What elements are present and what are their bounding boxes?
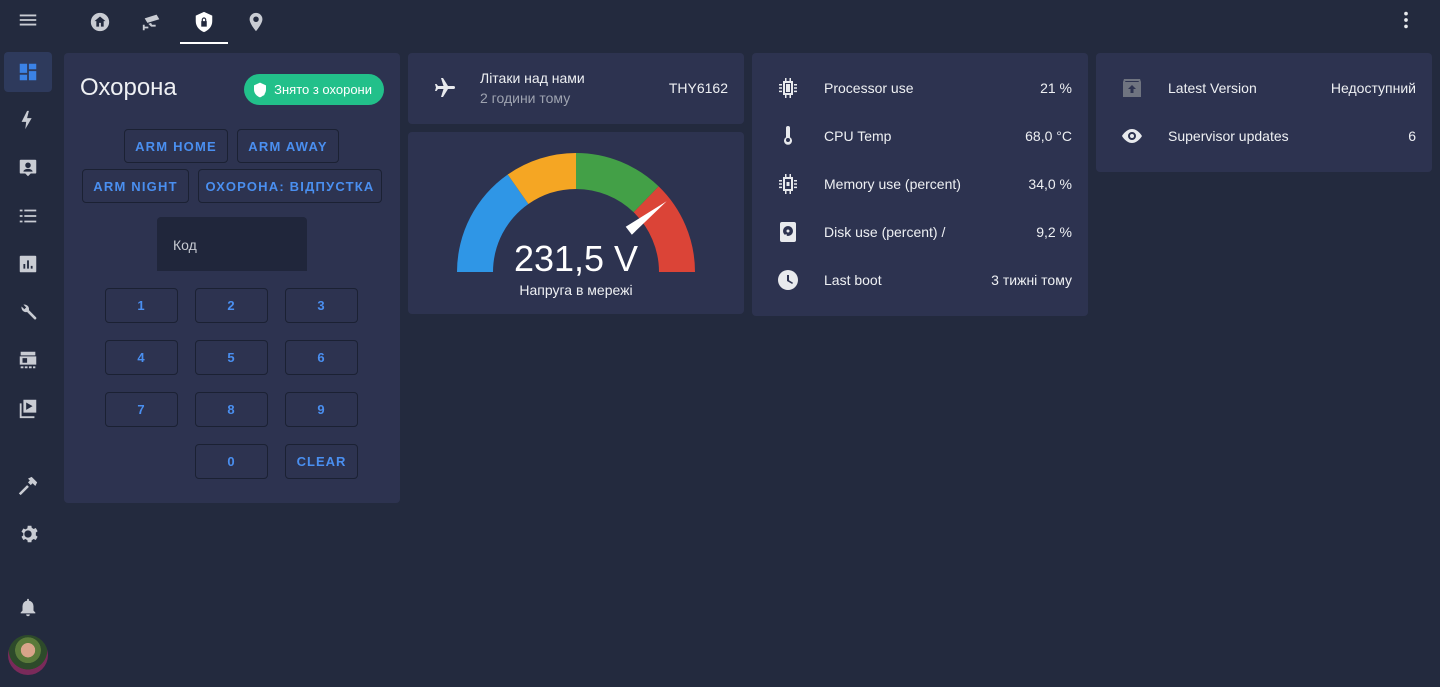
sidebar-item-media[interactable] <box>4 388 52 428</box>
keypad-key-2[interactable]: 2 <box>195 288 268 323</box>
arm-night-button[interactable]: ARM NIGHT <box>82 169 189 203</box>
cctv-icon <box>142 14 160 31</box>
alarm-panel-card: Охорона Знято з охорони ARM HOME ARM AWA… <box>64 53 400 503</box>
sidebar <box>0 0 56 687</box>
tab-home[interactable] <box>76 0 124 44</box>
sidebar-item-notifications[interactable] <box>4 587 52 627</box>
alarm-state-badge[interactable]: Знято з охорони <box>244 74 384 105</box>
voltage-gauge-card[interactable]: 231,5 V Напруга в мережі <box>408 132 744 314</box>
thermometer-icon <box>776 124 800 148</box>
keypad-clear-button[interactable]: CLEAR <box>285 444 358 479</box>
supervisor-row-name[interactable]: Supervisor updates <box>1168 128 1289 144</box>
sidebar-item-statistics[interactable] <box>4 244 52 284</box>
sidebar-item-hacs[interactable] <box>4 340 52 380</box>
keypad-key-9[interactable]: 9 <box>285 392 358 427</box>
supervisor-card: Latest Version Недоступний Supervisor up… <box>1096 53 1432 172</box>
arm-vacation-button[interactable]: ОХОРОНА: ВІДПУСТКА <box>198 169 382 203</box>
map-marker-icon <box>249 12 263 32</box>
gauge-label: Напруга в мережі <box>519 282 633 298</box>
sidebar-item-history[interactable] <box>4 196 52 236</box>
keypad-key-1[interactable]: 1 <box>105 288 178 323</box>
chart-icon <box>19 255 37 273</box>
arm-home-button[interactable]: ARM HOME <box>124 129 228 163</box>
code-input[interactable]: Код <box>157 217 307 272</box>
alarm-state-label: Знято з охорони <box>274 82 372 97</box>
chip-icon <box>776 76 800 100</box>
system-row-name[interactable]: Disk use (percent) / <box>824 224 945 240</box>
alarm-title: Охорона <box>80 74 177 101</box>
arm-away-button[interactable]: ARM AWAY <box>237 129 339 163</box>
flights-name: Літаки над нами <box>480 70 585 86</box>
keypad-key-8[interactable]: 8 <box>195 392 268 427</box>
settings-icon <box>21 525 38 543</box>
supervisor-row-value: Недоступний <box>1330 80 1416 96</box>
shield-lock-icon <box>195 11 213 33</box>
system-monitor-card: Processor use 21 % CPU Temp 68,0 °C Memo… <box>752 53 1088 316</box>
supervisor-row-value: 6 <box>1408 128 1416 144</box>
system-row-name[interactable]: Last boot <box>824 272 882 288</box>
system-row-value: 3 тижні тому <box>991 272 1072 288</box>
sidebar-item-overview[interactable] <box>4 52 52 92</box>
system-row-value: 9,2 % <box>1036 224 1072 240</box>
sidebar-item-logbook[interactable] <box>4 148 52 188</box>
sidebar-item-developer[interactable] <box>4 292 52 332</box>
package-up-icon <box>1120 76 1144 100</box>
bell-icon <box>20 598 36 617</box>
keypad-key-4[interactable]: 4 <box>105 340 178 375</box>
energy-icon <box>21 110 32 130</box>
system-row-name[interactable]: Processor use <box>824 80 913 96</box>
flights-value: THY6162 <box>668 80 728 96</box>
gauge-value: 231,5 V <box>513 238 639 279</box>
keypad-key-5[interactable]: 5 <box>195 340 268 375</box>
sidebar-item-settings[interactable] <box>4 514 52 554</box>
wrench-icon <box>21 304 37 320</box>
clock-icon <box>776 268 800 292</box>
shield-off-icon <box>254 82 267 97</box>
harddisk-icon <box>776 220 800 244</box>
sidebar-item-energy[interactable] <box>4 100 52 140</box>
tab-cctv[interactable] <box>128 0 176 44</box>
system-row-value: 34,0 % <box>1028 176 1072 192</box>
code-input-label: Код <box>173 237 197 253</box>
eye-icon <box>1120 124 1144 148</box>
keypad-key-6[interactable]: 6 <box>285 340 358 375</box>
avatar[interactable] <box>8 635 48 675</box>
keypad-key-3[interactable]: 3 <box>285 288 358 323</box>
system-row-name[interactable]: CPU Temp <box>824 128 891 144</box>
dashboard-icon <box>19 63 37 81</box>
logbook-icon <box>19 159 37 177</box>
menu-icon[interactable] <box>4 0 52 40</box>
keypad-key-0[interactable]: 0 <box>195 444 268 479</box>
hammer-icon <box>18 476 38 496</box>
supervisor-row-name[interactable]: Latest Version <box>1168 80 1257 96</box>
system-row-value: 21 % <box>1040 80 1072 96</box>
system-row-value: 68,0 °C <box>1025 128 1072 144</box>
sidebar-item-tools[interactable] <box>4 466 52 506</box>
system-row-name[interactable]: Memory use (percent) <box>824 176 961 192</box>
media-icon <box>19 399 37 419</box>
memory-icon <box>776 172 800 196</box>
history-icon <box>19 209 37 223</box>
flights-card[interactable]: Літаки над нами 2 години тому THY6162 <box>408 53 744 124</box>
tab-security[interactable] <box>180 0 228 44</box>
flights-time: 2 години тому <box>480 90 571 106</box>
airplane-icon <box>433 76 457 100</box>
overflow-menu-button[interactable] <box>1394 8 1418 32</box>
hacs-icon <box>19 351 37 369</box>
keypad-key-7[interactable]: 7 <box>105 392 178 427</box>
tab-map[interactable] <box>232 0 280 44</box>
dots-vertical-icon <box>1404 11 1408 29</box>
top-bar <box>56 0 1440 46</box>
home-icon <box>90 12 110 32</box>
